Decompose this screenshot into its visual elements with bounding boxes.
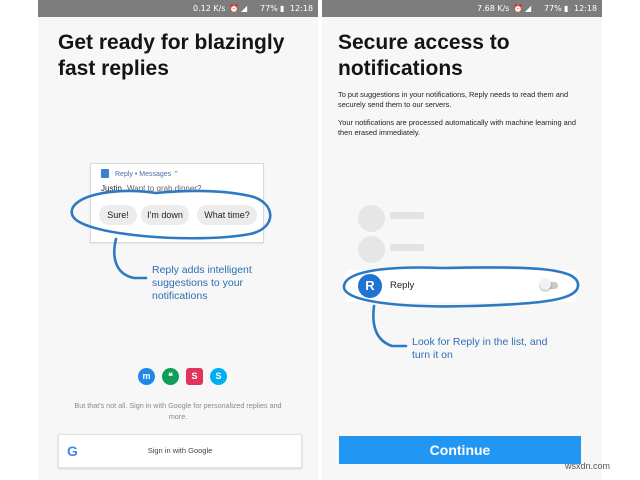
- onboarding-screen-notification-access: 7.68 K/s ⏰ ◢ 77% ▮ 12:18 Secure access t…: [322, 0, 602, 480]
- notification-message: Want to grab dinner?: [127, 184, 202, 193]
- sign-in-label: Sign in with Google: [147, 446, 213, 455]
- page-title: Secure access to notifications: [338, 31, 510, 80]
- enable-caption: Look for Reply in the list, and turn it …: [412, 336, 548, 361]
- toggle-thumb[interactable]: [540, 279, 551, 290]
- battery-icon: ▮: [564, 4, 569, 13]
- suggestions-caption: Reply adds intelligent suggestions to yo…: [152, 264, 252, 302]
- network-speed: 7.68 K/s: [477, 4, 510, 13]
- hangouts-icon: ❝: [162, 368, 179, 385]
- suggestion-chip-what-time[interactable]: What time?: [197, 205, 257, 225]
- alarm-icon: ⏰: [229, 4, 239, 13]
- site-watermark: wsxdn.com: [565, 461, 611, 471]
- signal-icon: ◢: [525, 4, 532, 13]
- sample-notification-card: Reply • Messages ⌃ Justin Want to grab d…: [90, 163, 264, 243]
- sign-in-with-google-button[interactable]: G Sign in with Google: [58, 434, 302, 468]
- alarm-icon: ⏰: [513, 4, 523, 13]
- reply-app-name: Reply: [390, 280, 415, 291]
- onboarding-screen-fast-replies: 0.12 K/s ⏰ ◢ 77% ▮ 12:18 Get ready for b…: [38, 0, 318, 480]
- reply-app-icon: R: [358, 274, 382, 298]
- battery-icon: ▮: [280, 4, 285, 13]
- slack-icon: S: [186, 368, 203, 385]
- suggestion-chip-im-down[interactable]: I'm down: [141, 205, 189, 225]
- notification-sender: Justin: [101, 184, 122, 193]
- placeholder-line: [390, 244, 424, 251]
- messages-app-icon: [101, 169, 109, 178]
- battery-level: 77%: [544, 4, 562, 13]
- skype-icon: S: [210, 368, 227, 385]
- battery-level: 77%: [260, 4, 278, 13]
- placeholder-avatar: [358, 205, 385, 232]
- signal-icon: ◢: [241, 4, 248, 13]
- clock-time: 12:18: [574, 4, 598, 13]
- status-bar: 0.12 K/s ⏰ ◢ 77% ▮ 12:18: [38, 0, 318, 17]
- network-speed: 0.12 K/s: [193, 4, 226, 13]
- privacy-explanation: Your notifications are processed automat…: [338, 118, 577, 137]
- reply-app-row[interactable]: R Reply: [346, 270, 576, 302]
- permission-explanation: To put suggestions in your notifications…: [338, 90, 569, 109]
- placeholder-line: [390, 212, 424, 219]
- notification-app-label: Reply • Messages ⌃: [115, 171, 179, 178]
- personalization-note: But that's not all. Sign in with Google …: [74, 401, 282, 421]
- page-title: Get ready for blazingly fast replies: [58, 31, 285, 80]
- status-bar: 7.68 K/s ⏰ ◢ 77% ▮ 12:18: [322, 0, 602, 17]
- clock-time: 12:18: [290, 4, 314, 13]
- placeholder-avatar: [358, 236, 385, 263]
- continue-button[interactable]: Continue: [339, 436, 581, 464]
- suggestion-chip-sure[interactable]: Sure!: [99, 205, 137, 225]
- messenger-icon: m: [138, 368, 155, 385]
